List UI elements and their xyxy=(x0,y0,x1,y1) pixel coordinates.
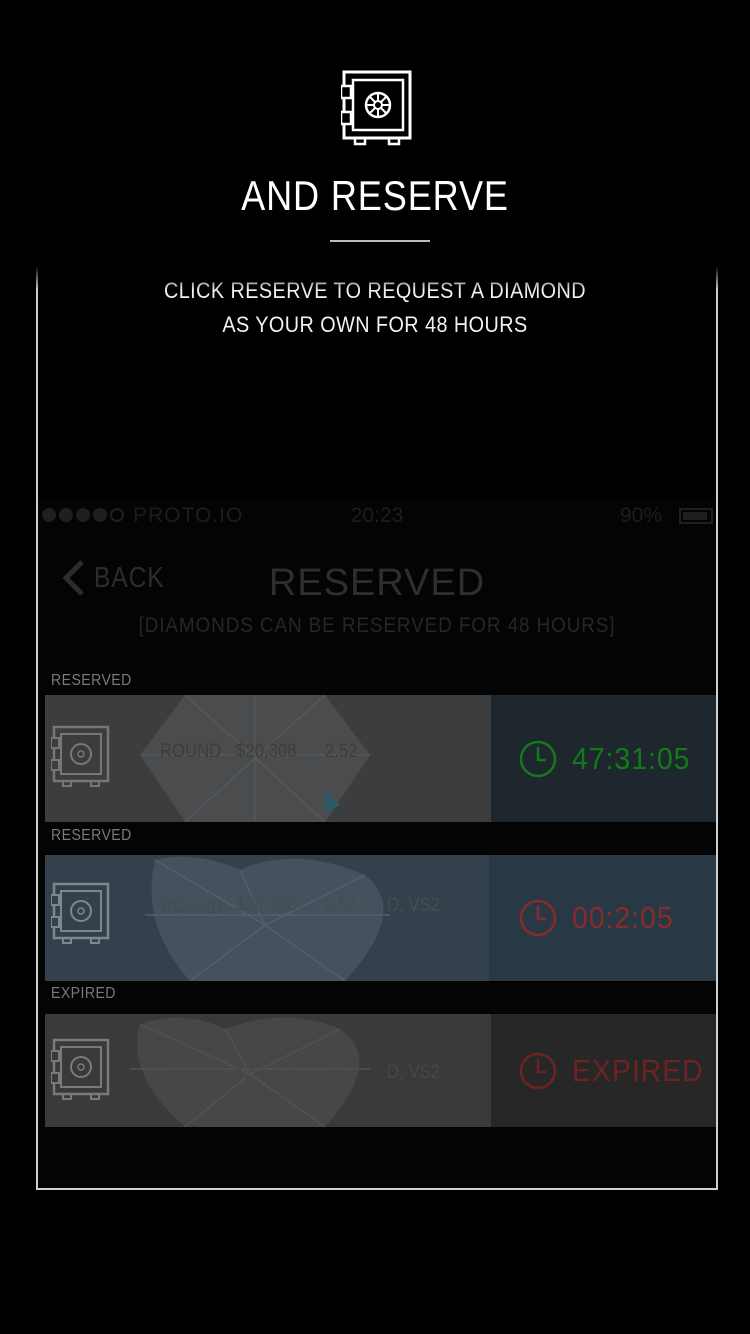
section-label-3: EXPIRED xyxy=(51,985,116,1002)
timer-panel: EXPIRED xyxy=(491,1014,716,1127)
screen-title: RESERVED xyxy=(268,562,486,604)
expired-label: EXPIRED xyxy=(572,1052,704,1088)
diamond-grade: D, VS2 xyxy=(387,741,440,762)
diamond-carat: 2.52 xyxy=(324,1062,357,1083)
diamond-shape: ROUND xyxy=(161,897,223,918)
timer-panel: 00:2:05 xyxy=(489,855,716,981)
safe-icon xyxy=(341,70,412,146)
diamond-shape: ROUND xyxy=(160,741,222,762)
clock-icon xyxy=(519,740,557,777)
screen-subtitle: [DIAMONDS CAN BE RESERVED FOR 48 HOURS] xyxy=(138,614,616,637)
safe-icon xyxy=(51,725,110,787)
reservation-card[interactable]: ROUND $20,308 2.52 D, VS2 00:2:05 xyxy=(45,855,716,981)
diamond-carat: 2.52 xyxy=(324,895,357,916)
countdown-timer: 47:31:05 xyxy=(572,740,691,776)
diamond-panel: ROUND $20,308 2.52 D, VS2 xyxy=(45,1014,491,1127)
diamond-grade: D, VS2 xyxy=(387,895,440,916)
battery-percent: 90% xyxy=(620,504,663,527)
diamond-price: $20,308 xyxy=(236,1062,297,1083)
clock-icon xyxy=(519,899,557,937)
diamond-price: $20,308 xyxy=(236,741,297,762)
diamond-price: $20,308 xyxy=(236,895,297,916)
status-time: 20:23 xyxy=(350,504,404,527)
section-label-1: RESERVED xyxy=(51,672,132,689)
safe-icon xyxy=(51,1038,110,1100)
diamond-shape: ROUND xyxy=(161,1064,223,1085)
status-bar: PROTO.IO 20:23 90% xyxy=(38,502,716,530)
safe-icon xyxy=(51,882,110,944)
reservation-card[interactable]: ROUND $20,308 2.52 D, VS2 EXPIRED xyxy=(45,1014,716,1127)
battery-icon xyxy=(679,508,713,524)
diamond-panel: ROUND $20,308 2.52 D, VS2 xyxy=(45,695,491,822)
timer-panel: 47:31:05 xyxy=(491,695,716,822)
reservation-card[interactable]: ROUND $20,308 2.52 D, VS2 47:31:05 xyxy=(45,695,716,822)
diamond-carat: 2.52 xyxy=(325,741,358,762)
overlay-title: AND RESERVE xyxy=(241,172,509,219)
section-label-2: RESERVED xyxy=(51,827,132,844)
clock-icon xyxy=(519,1052,557,1089)
diamond-panel: ROUND $20,308 2.52 D, VS2 xyxy=(45,855,489,981)
diamond-grade: D, VS2 xyxy=(387,1062,440,1083)
frame-fade xyxy=(34,250,720,290)
title-divider xyxy=(330,240,430,242)
countdown-timer: 00:2:05 xyxy=(572,900,674,935)
